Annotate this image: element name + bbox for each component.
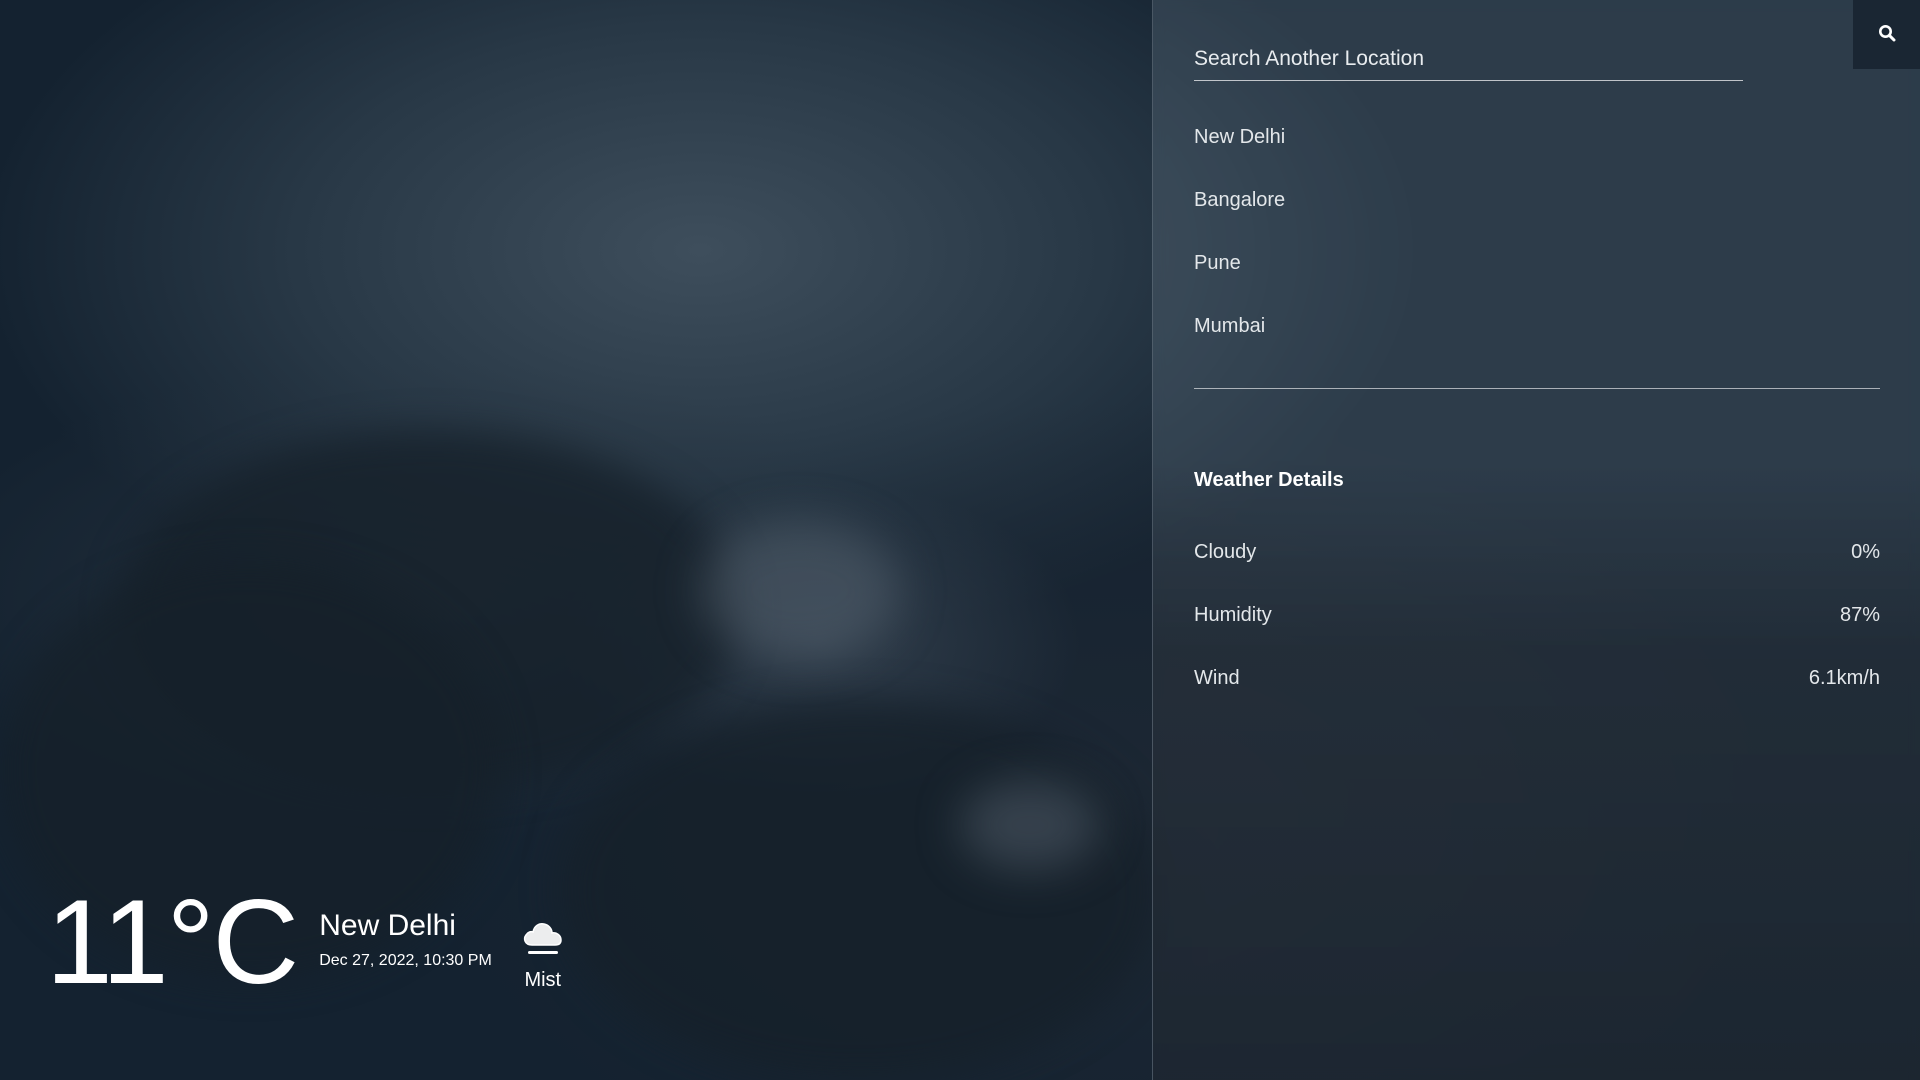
current-weather: 11°C New Delhi Dec 27, 2022, 10:30 PM Mi… [46, 875, 566, 1009]
search-input[interactable] [1194, 38, 1743, 80]
weather-details-title: Weather Details [1194, 469, 1344, 491]
city-item-bangalore[interactable]: Bangalore [1194, 188, 1880, 251]
detail-row-humidity: Humidity 87% [1194, 603, 1880, 666]
detail-label: Wind [1194, 667, 1240, 689]
condition-block: Mist [520, 917, 566, 992]
current-datetime: Dec 27, 2022, 10:30 PM [319, 952, 492, 969]
search-icon [1878, 24, 1896, 45]
background-cloud [560, 700, 1160, 1080]
city-item-mumbai[interactable]: Mumbai [1194, 314, 1880, 354]
side-panel: New Delhi Bangalore Pune Mumbai Weather … [1152, 0, 1920, 1080]
location-block: New Delhi Dec 27, 2022, 10:30 PM [319, 908, 492, 992]
condition-label: Mist [524, 969, 562, 991]
detail-value: 6.1km/h [1808, 667, 1880, 689]
background-cloud-highlight [700, 520, 900, 660]
detail-label: Humidity [1194, 604, 1272, 626]
weather-app: 11°C New Delhi Dec 27, 2022, 10:30 PM Mi… [0, 0, 1920, 1080]
city-item-pune[interactable]: Pune [1194, 251, 1880, 314]
temperature: 11°C [46, 875, 299, 1009]
detail-label: Cloudy [1194, 541, 1257, 563]
cloud-mist-icon [520, 917, 566, 961]
search-button[interactable] [1853, 0, 1920, 69]
current-city-name: New Delhi [319, 909, 456, 942]
detail-row-cloudy: Cloudy 0% [1194, 540, 1880, 603]
detail-row-wind: Wind 6.1km/h [1194, 666, 1880, 729]
background-cloud-highlight [960, 780, 1100, 870]
city-item-new-delhi[interactable]: New Delhi [1194, 125, 1880, 188]
weather-details-list: Cloudy 0% Humidity 87% Wind 6.1km/h [1194, 540, 1880, 729]
search-bar [1194, 38, 1743, 81]
city-list: New Delhi Bangalore Pune Mumbai [1194, 125, 1880, 389]
detail-value: 0% [1851, 541, 1880, 563]
detail-value: 87% [1839, 604, 1880, 626]
